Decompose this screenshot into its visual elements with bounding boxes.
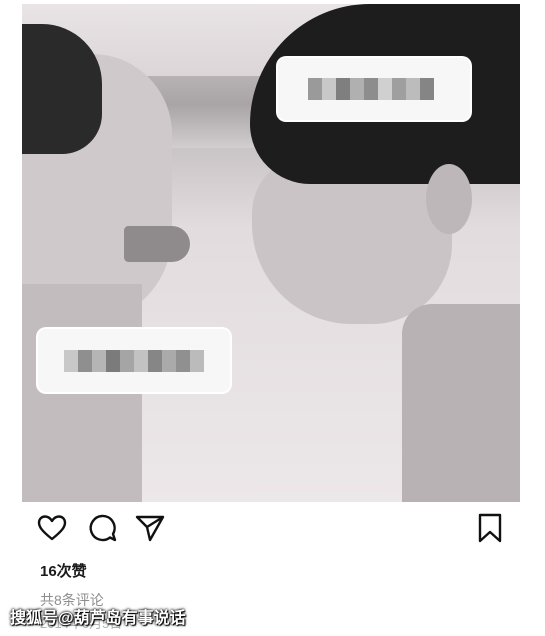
- paper-plane-icon[interactable]: [134, 512, 166, 544]
- speech-bubble-icon[interactable]: [86, 512, 118, 544]
- bookmark-icon[interactable]: [474, 512, 506, 544]
- woman-neck: [22, 284, 142, 502]
- heart-outline-icon[interactable]: [36, 512, 68, 544]
- blurred-text: [308, 78, 434, 100]
- tongue: [124, 226, 190, 262]
- blurred-text: [64, 349, 204, 372]
- woman-hair: [22, 24, 102, 154]
- user-tag-top[interactable]: [278, 58, 470, 120]
- post-photo[interactable]: [22, 4, 520, 502]
- like-count[interactable]: 16次赞: [40, 560, 87, 581]
- watermark: 搜狐号@葫芦岛有事说话: [10, 610, 186, 627]
- man-body: [402, 304, 520, 502]
- user-tag-bottom[interactable]: [38, 329, 230, 392]
- man-ear: [426, 164, 472, 234]
- post-actions-bar: [36, 512, 510, 550]
